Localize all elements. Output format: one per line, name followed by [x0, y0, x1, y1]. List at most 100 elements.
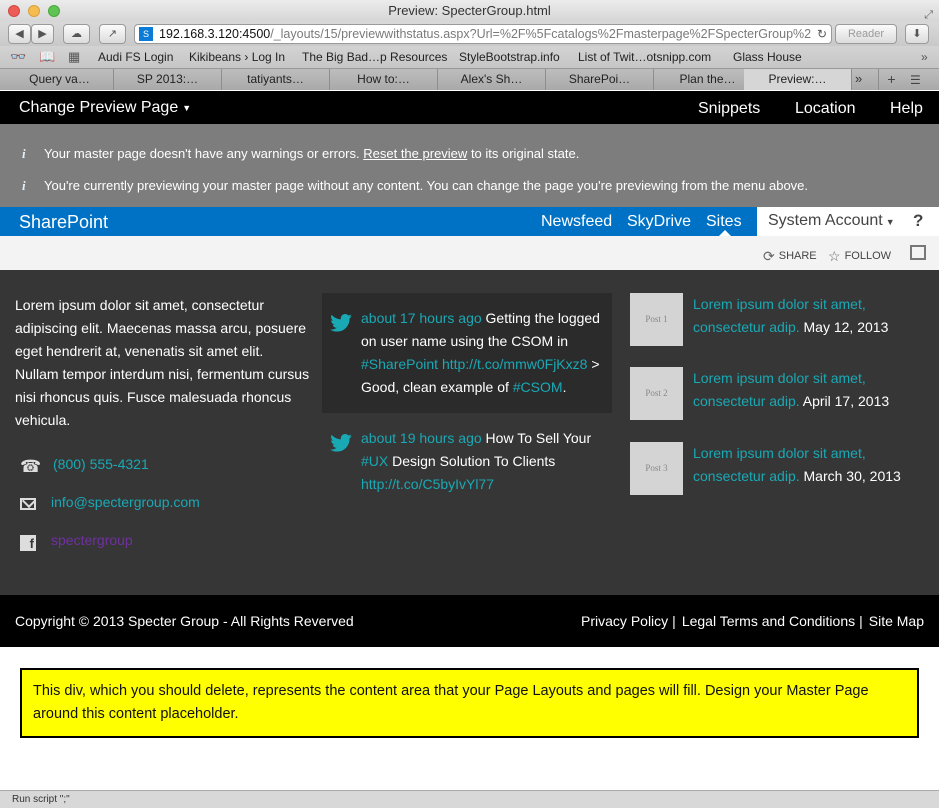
- intro-text: Lorem ipsum dolor sit amet, consectetur …: [15, 297, 310, 428]
- icloud-button[interactable]: ☁: [63, 24, 90, 44]
- bookmark-item[interactable]: Kikibeans › Log In: [189, 50, 285, 64]
- back-arrow-icon: ◀: [15, 28, 24, 40]
- zoom-window-button[interactable]: [48, 5, 60, 17]
- back-button[interactable]: ◀: [8, 24, 31, 44]
- tweet-hashtag-link[interactable]: #UX: [361, 453, 388, 469]
- phone-number[interactable]: (800) 555-4321: [53, 456, 149, 472]
- contact-facebook: f spectergroup: [20, 532, 133, 551]
- bookmark-item[interactable]: Audi FS Login: [98, 50, 173, 64]
- account-name: System Account: [768, 212, 883, 229]
- browser-tab[interactable]: SharePoi…: [546, 69, 654, 90]
- follow-button[interactable]: ☆ FOLLOW: [828, 248, 891, 265]
- status-messages: i Your master page doesn't have any warni…: [0, 124, 939, 207]
- window-title: Preview: SpecterGroup.html: [388, 3, 551, 18]
- action-bar: ⟳ SHARE ☆ FOLLOW: [0, 236, 939, 270]
- facebook-link[interactable]: spectergroup: [51, 532, 133, 548]
- reload-icon[interactable]: ↻: [817, 25, 827, 43]
- change-preview-page-menu[interactable]: Change Preview Page ▼: [19, 99, 191, 117]
- sites-link[interactable]: Sites: [706, 213, 742, 231]
- help-icon[interactable]: ?: [913, 211, 923, 231]
- browser-tab[interactable]: tatiyants…: [222, 69, 330, 90]
- site-footer: Copyright © 2013 Specter Group - All Rig…: [0, 595, 939, 647]
- contact-phone: ☎ (800) 555-4321: [20, 456, 149, 476]
- browser-tab[interactable]: Query va…: [6, 69, 114, 90]
- reader-button[interactable]: Reader: [835, 24, 897, 44]
- more-bookmarks-icon[interactable]: »: [921, 50, 928, 64]
- tweet-time-link[interactable]: about 19 hours ago: [361, 430, 482, 446]
- skydrive-link[interactable]: SkyDrive: [627, 213, 691, 231]
- forward-arrow-icon: ▶: [38, 28, 47, 40]
- download-icon: ⬇: [912, 28, 922, 40]
- tweet-time-link[interactable]: about 17 hours ago: [361, 310, 482, 326]
- contact-email: info@spectergroup.com: [20, 494, 200, 510]
- bookmark-item[interactable]: The Big Bad…p Resources: [302, 50, 447, 64]
- email-link[interactable]: info@spectergroup.com: [51, 494, 200, 510]
- post-thumbnail[interactable]: Post 2: [630, 367, 683, 420]
- reading-list-icon[interactable]: 👓: [10, 49, 26, 65]
- share-arrow-icon: ↗: [107, 28, 118, 40]
- browser-tab-active[interactable]: Preview:…: [744, 69, 852, 90]
- suite-bar: SharePoint Newsfeed SkyDrive Sites Syste…: [0, 207, 939, 236]
- post-date: May 12, 2013: [803, 319, 889, 335]
- post-thumbnail[interactable]: Post 3: [630, 442, 683, 495]
- bookmarks-book-icon[interactable]: 📖: [39, 49, 55, 65]
- twitter-bird-icon: [330, 314, 352, 332]
- twitter-bird-icon: [330, 434, 352, 452]
- bookmark-item[interactable]: List of Twit…otsnipp.com: [578, 50, 711, 64]
- preview-bar: Change Preview Page ▼ Snippets Location H…: [0, 91, 939, 124]
- top-sites-grid-icon[interactable]: ▦: [68, 49, 80, 65]
- bookmarks-bar: 👓 📖 ▦ Audi FS Login Kikibeans › Log In T…: [0, 46, 939, 68]
- url-path: /_layouts/15/previewwithstatus.aspx?Url=…: [270, 27, 812, 41]
- tweet-link[interactable]: #SharePoint http://t.co/mmw0FjKxz8: [361, 356, 587, 372]
- caret-down-icon: ▼: [885, 217, 895, 227]
- site-map-link[interactable]: Site Map: [869, 613, 924, 629]
- focus-on-content-icon[interactable]: [910, 245, 926, 260]
- help-link[interactable]: Help: [890, 100, 923, 118]
- reset-preview-link[interactable]: Reset the preview: [363, 146, 467, 161]
- cloud-icon: ☁: [71, 28, 82, 40]
- tweet-2: about 19 hours ago How To Sell Your #UX …: [361, 430, 592, 492]
- footer-links: Privacy Policy | Legal Terms and Condition…: [581, 613, 924, 629]
- location-link[interactable]: Location: [795, 100, 856, 118]
- tab-list-icon[interactable]: ☰: [910, 73, 921, 87]
- post-date: April 17, 2013: [802, 393, 890, 409]
- account-menu[interactable]: System Account ▼: [768, 212, 895, 230]
- newsfeed-link[interactable]: Newsfeed: [541, 213, 612, 231]
- info-icon: i: [22, 146, 26, 161]
- browser-tab[interactable]: How to:…: [330, 69, 438, 90]
- change-preview-page-label: Change Preview Page: [19, 99, 179, 116]
- tweet-hashtag-link[interactable]: #CSOM: [513, 379, 563, 395]
- content-placeholder: This div, which you should delete, repre…: [20, 668, 919, 738]
- browser-toolbar: ◀ ▶ ☁ ↗ S 192.168.3.120:4500/_layouts/15/…: [0, 22, 939, 46]
- mail-icon: [20, 498, 36, 510]
- tweet-link[interactable]: http://t.co/C5byIvYl77: [361, 476, 494, 492]
- share-button[interactable]: ⟳ SHARE: [763, 248, 817, 265]
- status-message-2: i You're currently previewing your master…: [22, 178, 809, 193]
- share-page-button[interactable]: ↗: [99, 24, 126, 44]
- new-tab-button[interactable]: +: [878, 69, 904, 90]
- sharepoint-brand[interactable]: SharePoint: [19, 212, 108, 233]
- browser-status-bar: Run script ";": [0, 790, 939, 808]
- browser-tab[interactable]: Alex's Sh…: [438, 69, 546, 90]
- snippets-link[interactable]: Snippets: [698, 100, 760, 118]
- caret-down-icon: ▼: [182, 102, 192, 113]
- bookmark-item[interactable]: StyleBootstrap.info: [459, 50, 560, 64]
- post-thumbnail[interactable]: Post 1: [630, 293, 683, 346]
- browser-tab[interactable]: SP 2013:…: [114, 69, 222, 90]
- more-tabs-icon[interactable]: »: [855, 71, 862, 86]
- minimize-window-button[interactable]: [28, 5, 40, 17]
- status-message-1: i Your master page doesn't have any warni…: [22, 146, 580, 161]
- close-window-button[interactable]: [8, 5, 20, 17]
- tweet-1: about 17 hours ago Getting the logged on…: [361, 310, 600, 395]
- sharepoint-favicon-icon: S: [139, 27, 153, 41]
- downloads-button[interactable]: ⬇: [905, 24, 929, 44]
- bookmark-item[interactable]: Glass House: [733, 50, 802, 64]
- address-bar[interactable]: S 192.168.3.120:4500/_layouts/15/previeww…: [134, 24, 832, 44]
- legal-terms-link[interactable]: Legal Terms and Conditions: [682, 613, 855, 629]
- divider: |: [672, 613, 676, 629]
- privacy-policy-link[interactable]: Privacy Policy: [581, 613, 668, 629]
- url-host: 192.168.3.120:4500: [159, 27, 271, 41]
- copyright-text: Copyright © 2013 Specter Group - All Rig…: [15, 613, 354, 629]
- forward-button[interactable]: ▶: [31, 24, 54, 44]
- share-icon: ⟳: [763, 248, 775, 264]
